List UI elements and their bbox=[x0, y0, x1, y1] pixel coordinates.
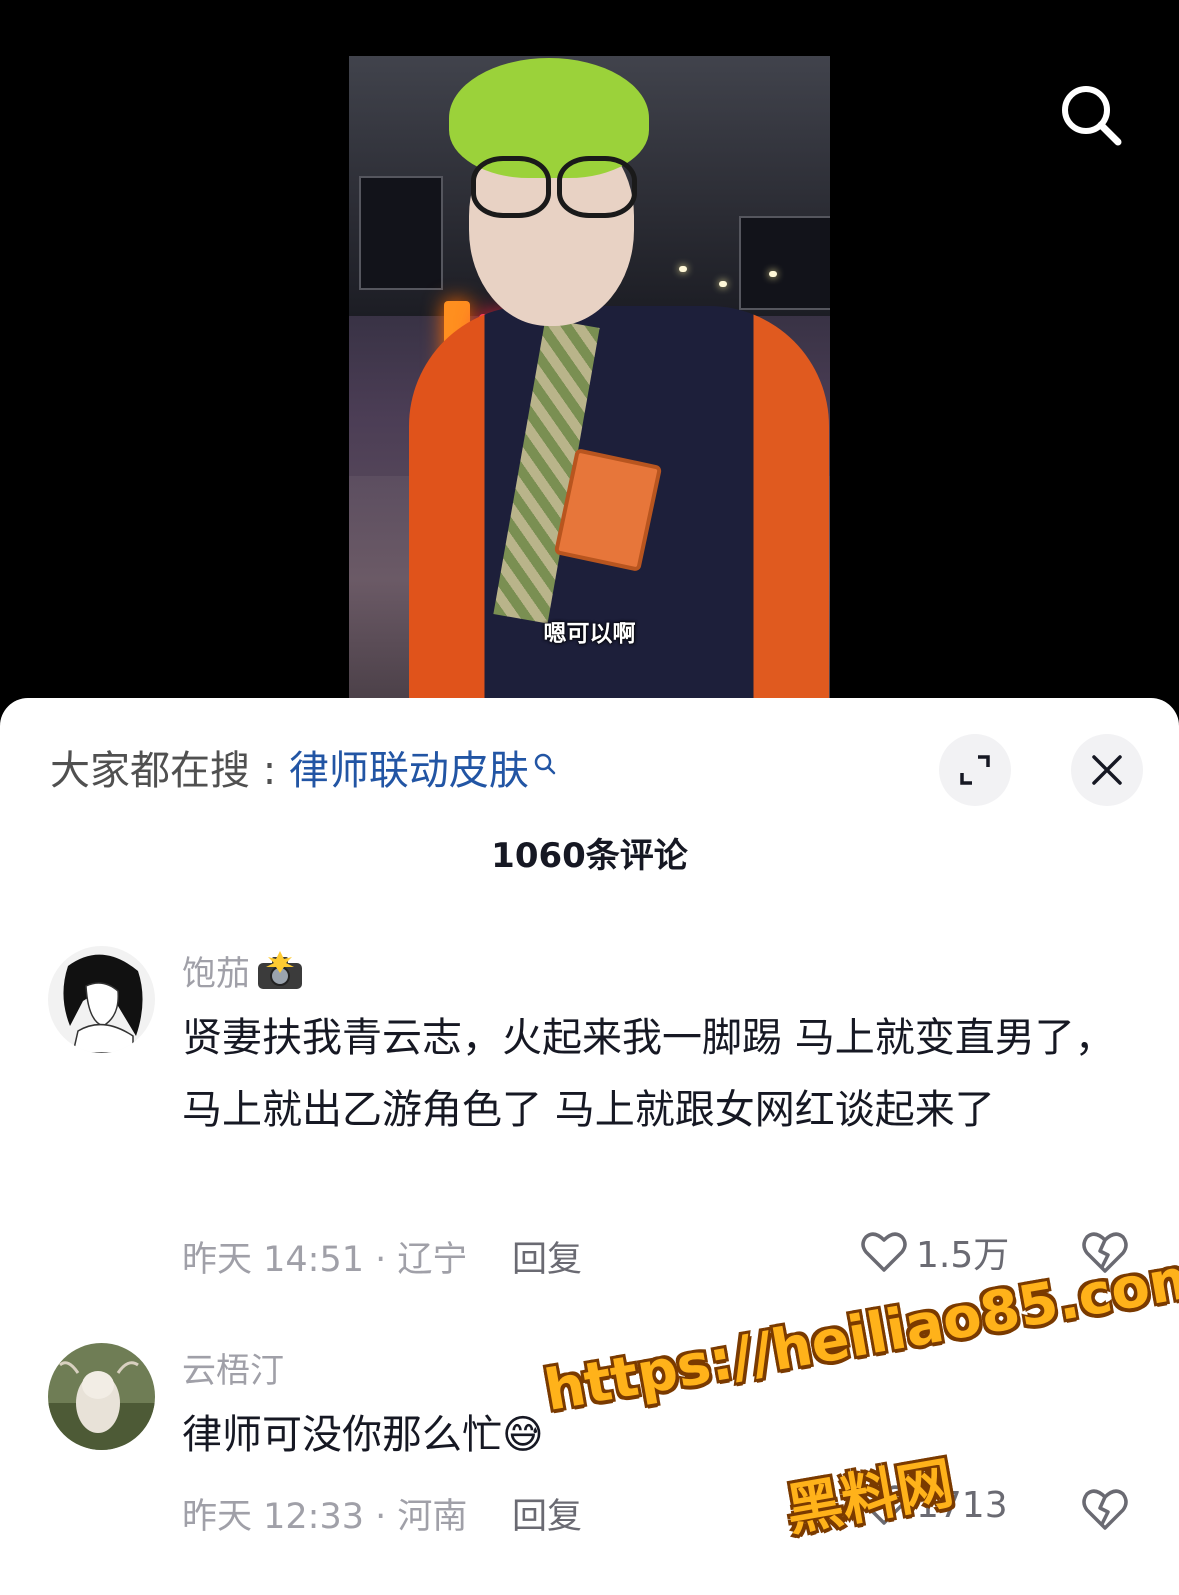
comment-meta: 昨天 14:51 · 辽宁 bbox=[182, 1240, 468, 1280]
hot-search-bar: 大家都在搜 : 律师联动皮肤 bbox=[50, 738, 557, 796]
comment-meta: 昨天 12:33 · 河南 bbox=[182, 1497, 468, 1537]
video-player[interactable]: 嗯可以啊 bbox=[349, 56, 830, 706]
street-light bbox=[679, 266, 687, 272]
search-icon bbox=[1062, 86, 1122, 146]
search-small-icon[interactable] bbox=[533, 740, 557, 786]
glasses-left bbox=[471, 156, 551, 218]
street-light bbox=[719, 281, 727, 287]
close-button[interactable] bbox=[1071, 734, 1143, 806]
camera-flash-icon bbox=[256, 951, 304, 1000]
reply-button[interactable]: 回复 bbox=[512, 1488, 582, 1539]
like-button[interactable]: 1.5万 bbox=[860, 1226, 1009, 1278]
reply-button[interactable]: 回复 bbox=[512, 1231, 582, 1282]
hot-search-keyword[interactable]: 律师联动皮肤 bbox=[289, 748, 529, 794]
comment-username[interactable]: 饱茄 bbox=[182, 946, 304, 1000]
dislike-button[interactable] bbox=[1080, 1229, 1130, 1275]
comment-text: 律师可没你那么忙😅 bbox=[182, 1412, 544, 1458]
expand-icon bbox=[960, 755, 990, 785]
broken-heart-icon bbox=[1082, 1232, 1128, 1273]
close-icon bbox=[1092, 755, 1122, 785]
comment-username-text: 饱茄 bbox=[182, 954, 250, 994]
heart-icon bbox=[861, 1485, 907, 1525]
dislike-button[interactable] bbox=[1080, 1486, 1130, 1532]
like-button[interactable]: 1713 bbox=[860, 1483, 1008, 1527]
search-button[interactable] bbox=[1058, 82, 1124, 148]
avatar[interactable] bbox=[48, 946, 155, 1053]
video-area[interactable]: 嗯可以啊 bbox=[0, 0, 1179, 720]
comment-username[interactable]: 云梧汀 bbox=[182, 1343, 284, 1392]
street-light bbox=[769, 271, 777, 277]
comment-count-title: 1060条评论 bbox=[491, 836, 688, 876]
comment-panel: 大家都在搜 : 律师联动皮肤 1060条评论 饱茄 贤妻扶我青云志，火起来我一脚… bbox=[0, 698, 1179, 1595]
hot-search-prefix: 大家都在搜 : bbox=[50, 748, 289, 794]
glasses-right bbox=[557, 156, 637, 218]
video-subtitle: 嗯可以啊 bbox=[543, 621, 636, 647]
heart-icon bbox=[861, 1232, 907, 1272]
like-count: 1713 bbox=[916, 1484, 1008, 1526]
comment-text: 贤妻扶我青云志，火起来我一脚踢 马上就变直男了，马上就出乙游角色了 马上就跟女网… bbox=[182, 1015, 1115, 1133]
expand-button[interactable] bbox=[939, 734, 1011, 806]
like-count: 1.5万 bbox=[916, 1235, 1010, 1276]
video-window bbox=[739, 216, 830, 310]
broken-heart-icon bbox=[1082, 1489, 1128, 1530]
avatar[interactable] bbox=[48, 1343, 155, 1450]
video-window bbox=[359, 176, 443, 290]
